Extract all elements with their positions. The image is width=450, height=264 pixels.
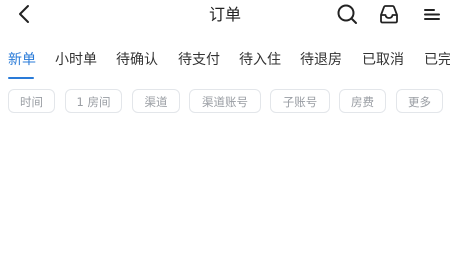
filter-bar: 时间 1 房间 渠道 渠道账号 子账号 房费 更多 (0, 89, 450, 115)
tab-completed[interactable]: 已完 (424, 50, 450, 70)
tab-pending-checkin[interactable]: 待入住 (239, 50, 281, 70)
tab-pending-payment[interactable]: 待支付 (178, 50, 220, 70)
menu-button[interactable] (421, 3, 443, 25)
tab-hourly[interactable]: 小时单 (55, 50, 97, 70)
menu-icon (424, 9, 440, 20)
tab-cancelled[interactable]: 已取消 (362, 50, 404, 70)
filter-channel[interactable]: 渠道 (132, 89, 180, 113)
tab-new[interactable]: 新单 (8, 50, 36, 70)
inbox-button[interactable] (378, 3, 400, 25)
tab-pending-checkout[interactable]: 待退房 (300, 50, 342, 70)
app-header: 订单 (0, 0, 450, 32)
search-button[interactable] (336, 3, 358, 25)
filter-room-rate[interactable]: 房费 (339, 89, 386, 113)
filter-more[interactable]: 更多 (396, 89, 443, 113)
order-status-tabs: 新单 小时单 待确认 待支付 待入住 待退房 已取消 已完 (0, 50, 450, 80)
filter-channel-account[interactable]: 渠道账号 (189, 89, 261, 113)
filter-rooms[interactable]: 1 房间 (65, 89, 122, 113)
search-icon (337, 4, 357, 24)
active-tab-indicator (8, 77, 34, 79)
inbox-icon (380, 5, 398, 24)
filter-time[interactable]: 时间 (8, 89, 55, 113)
tab-pending-confirm[interactable]: 待确认 (116, 50, 158, 70)
filter-sub-account[interactable]: 子账号 (270, 89, 330, 113)
